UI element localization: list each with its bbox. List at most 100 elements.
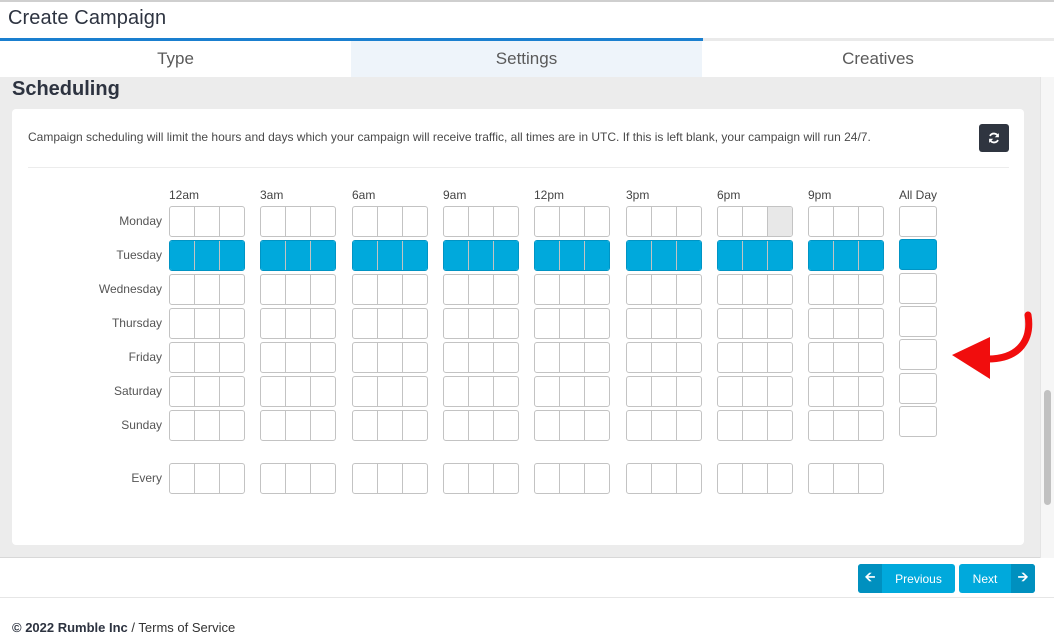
- hour-cell-thursday-3[interactable]: [261, 309, 286, 338]
- hour-cell-monday-14[interactable]: [585, 207, 609, 236]
- hour-cell-friday-17[interactable]: [677, 343, 701, 372]
- hour-cell-friday-19[interactable]: [743, 343, 768, 372]
- hour-cell-saturday-20[interactable]: [768, 377, 792, 406]
- hour-cell-sunday-12[interactable]: [535, 411, 560, 440]
- hour-cell-saturday-1[interactable]: [195, 377, 220, 406]
- hour-cell-every-4[interactable]: [286, 464, 311, 493]
- hour-cell-tuesday-10[interactable]: [469, 241, 494, 270]
- hour-cell-sunday-23[interactable]: [859, 411, 883, 440]
- hour-cell-thursday-1[interactable]: [195, 309, 220, 338]
- hour-cell-saturday-13[interactable]: [560, 377, 585, 406]
- hour-cell-wednesday-0[interactable]: [170, 275, 195, 304]
- hour-cell-friday-0[interactable]: [170, 343, 195, 372]
- hour-cell-wednesday-18[interactable]: [718, 275, 743, 304]
- all-day-toggle-monday[interactable]: [899, 206, 937, 237]
- hour-cell-sunday-3[interactable]: [261, 411, 286, 440]
- hour-cell-every-7[interactable]: [378, 464, 403, 493]
- hour-cell-wednesday-14[interactable]: [585, 275, 609, 304]
- hour-cell-wednesday-7[interactable]: [378, 275, 403, 304]
- hour-cell-every-1[interactable]: [195, 464, 220, 493]
- hour-cell-tuesday-12[interactable]: [535, 241, 560, 270]
- hour-cell-wednesday-2[interactable]: [220, 275, 244, 304]
- hour-cell-tuesday-16[interactable]: [652, 241, 677, 270]
- hour-cell-friday-20[interactable]: [768, 343, 792, 372]
- hour-cell-thursday-2[interactable]: [220, 309, 244, 338]
- hour-cell-wednesday-5[interactable]: [311, 275, 335, 304]
- hour-cell-friday-5[interactable]: [311, 343, 335, 372]
- hour-cell-every-6[interactable]: [353, 464, 378, 493]
- hour-cell-thursday-22[interactable]: [834, 309, 859, 338]
- hour-cell-every-2[interactable]: [220, 464, 244, 493]
- hour-cell-every-9[interactable]: [444, 464, 469, 493]
- hour-cell-saturday-7[interactable]: [378, 377, 403, 406]
- hour-cell-sunday-17[interactable]: [677, 411, 701, 440]
- hour-cell-monday-15[interactable]: [627, 207, 652, 236]
- hour-cell-monday-23[interactable]: [859, 207, 883, 236]
- hour-cell-thursday-15[interactable]: [627, 309, 652, 338]
- hour-cell-monday-7[interactable]: [378, 207, 403, 236]
- hour-cell-wednesday-9[interactable]: [444, 275, 469, 304]
- hour-cell-monday-19[interactable]: [743, 207, 768, 236]
- hour-cell-tuesday-20[interactable]: [768, 241, 792, 270]
- hour-cell-sunday-8[interactable]: [403, 411, 427, 440]
- hour-cell-wednesday-15[interactable]: [627, 275, 652, 304]
- hour-cell-wednesday-4[interactable]: [286, 275, 311, 304]
- all-day-toggle-wednesday[interactable]: [899, 272, 937, 304]
- tab-settings[interactable]: Settings: [351, 41, 702, 77]
- hour-cell-saturday-5[interactable]: [311, 377, 335, 406]
- hour-cell-tuesday-23[interactable]: [859, 241, 883, 270]
- hour-cell-tuesday-13[interactable]: [560, 241, 585, 270]
- hour-cell-every-18[interactable]: [718, 464, 743, 493]
- hour-cell-sunday-2[interactable]: [220, 411, 244, 440]
- next-button[interactable]: Next 🡪: [959, 564, 1035, 593]
- hour-cell-saturday-2[interactable]: [220, 377, 244, 406]
- hour-cell-thursday-20[interactable]: [768, 309, 792, 338]
- hour-cell-friday-13[interactable]: [560, 343, 585, 372]
- hour-cell-wednesday-10[interactable]: [469, 275, 494, 304]
- hour-cell-wednesday-23[interactable]: [859, 275, 883, 304]
- hour-cell-tuesday-15[interactable]: [627, 241, 652, 270]
- hour-cell-wednesday-6[interactable]: [353, 275, 378, 304]
- hour-cell-tuesday-11[interactable]: [494, 241, 518, 270]
- hour-cell-monday-5[interactable]: [311, 207, 335, 236]
- hour-cell-thursday-19[interactable]: [743, 309, 768, 338]
- hour-cell-monday-2[interactable]: [220, 207, 244, 236]
- hour-cell-saturday-0[interactable]: [170, 377, 195, 406]
- hour-cell-thursday-6[interactable]: [353, 309, 378, 338]
- hour-cell-monday-16[interactable]: [652, 207, 677, 236]
- hour-cell-friday-23[interactable]: [859, 343, 883, 372]
- hour-cell-tuesday-1[interactable]: [195, 241, 220, 270]
- hour-cell-sunday-18[interactable]: [718, 411, 743, 440]
- hour-cell-monday-18[interactable]: [718, 207, 743, 236]
- hour-cell-every-5[interactable]: [311, 464, 335, 493]
- hour-cell-sunday-22[interactable]: [834, 411, 859, 440]
- hour-cell-every-21[interactable]: [809, 464, 834, 493]
- hour-cell-sunday-10[interactable]: [469, 411, 494, 440]
- hour-cell-sunday-16[interactable]: [652, 411, 677, 440]
- hour-cell-wednesday-21[interactable]: [809, 275, 834, 304]
- hour-cell-monday-9[interactable]: [444, 207, 469, 236]
- hour-cell-sunday-5[interactable]: [311, 411, 335, 440]
- hour-cell-friday-2[interactable]: [220, 343, 244, 372]
- hour-cell-every-22[interactable]: [834, 464, 859, 493]
- hour-cell-friday-14[interactable]: [585, 343, 609, 372]
- hour-cell-monday-1[interactable]: [195, 207, 220, 236]
- hour-cell-friday-1[interactable]: [195, 343, 220, 372]
- hour-cell-monday-6[interactable]: [353, 207, 378, 236]
- hour-cell-wednesday-13[interactable]: [560, 275, 585, 304]
- tab-type[interactable]: Type: [0, 41, 351, 77]
- hour-cell-thursday-13[interactable]: [560, 309, 585, 338]
- hour-cell-sunday-11[interactable]: [494, 411, 518, 440]
- hour-cell-tuesday-2[interactable]: [220, 241, 244, 270]
- hour-cell-wednesday-8[interactable]: [403, 275, 427, 304]
- hour-cell-wednesday-16[interactable]: [652, 275, 677, 304]
- hour-cell-sunday-15[interactable]: [627, 411, 652, 440]
- hour-cell-tuesday-0[interactable]: [170, 241, 195, 270]
- hour-cell-thursday-18[interactable]: [718, 309, 743, 338]
- hour-cell-monday-8[interactable]: [403, 207, 427, 236]
- scrollbar-thumb[interactable]: [1044, 389, 1051, 506]
- hour-cell-tuesday-3[interactable]: [261, 241, 286, 270]
- hour-cell-thursday-5[interactable]: [311, 309, 335, 338]
- hour-cell-monday-12[interactable]: [535, 207, 560, 236]
- hour-cell-friday-10[interactable]: [469, 343, 494, 372]
